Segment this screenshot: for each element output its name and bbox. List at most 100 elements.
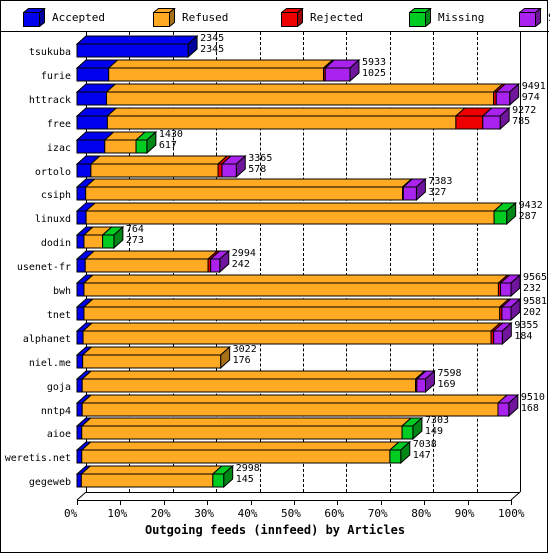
y-axis-label: bwh — [52, 286, 71, 297]
x-tick-label: 80% — [411, 507, 432, 521]
bar-row[interactable] — [76, 58, 362, 84]
y-axis-label: niel.me — [28, 357, 71, 369]
bar-row[interactable] — [76, 82, 522, 108]
legend-item-spooled[interactable]: Spooled — [519, 6, 550, 28]
y-axis-label: dodin — [40, 238, 71, 250]
x-tick-label: 90% — [454, 507, 475, 521]
x-tick-label: 0% — [64, 507, 78, 521]
x-tick — [294, 500, 295, 506]
bar-row[interactable] — [76, 321, 514, 347]
bar-row[interactable] — [76, 297, 523, 323]
bar-value-label-secondary: 327 — [428, 187, 447, 199]
bar-value-label-total: 9432 — [518, 200, 543, 212]
bar-value-label-secondary: 273 — [125, 235, 144, 247]
legend-item-rejected[interactable]: Rejected — [281, 6, 363, 28]
bar-value-label-total: 1430 — [158, 128, 183, 140]
bar-row[interactable] — [76, 106, 512, 132]
bar-value-label-total: 7038 — [412, 439, 437, 451]
bar-value-label-total: 9272 — [512, 104, 537, 116]
x-tick — [380, 500, 382, 506]
legend-item-accepted[interactable]: Accepted — [23, 6, 105, 28]
y-axis-label: ortolo — [34, 166, 71, 178]
cube-icon — [153, 8, 176, 27]
legend-item-missing[interactable]: Missing — [409, 6, 484, 28]
bar-value-label-total: 2345 — [200, 33, 225, 44]
bar-value-label-secondary: 147 — [412, 450, 431, 462]
y-axis-label: weretis.net — [4, 453, 71, 465]
bar-row[interactable] — [76, 345, 233, 371]
x-tick — [511, 500, 512, 506]
x-tick — [163, 500, 165, 506]
y-axis-label: furie — [40, 70, 71, 82]
bar-value-label-secondary: 785 — [512, 115, 531, 127]
bar-row[interactable] — [76, 130, 159, 156]
bar-row[interactable] — [76, 465, 236, 490]
cube-icon — [23, 8, 46, 27]
x-tick-label: 70% — [367, 507, 388, 521]
bar-value-label-total: 9581 — [523, 295, 548, 307]
bar-value-label-secondary: 578 — [248, 163, 267, 175]
bar-value-label-total: 9491 — [521, 80, 546, 92]
bar-value-label-secondary: 2345 — [200, 44, 225, 55]
legend-label: Rejected — [310, 10, 363, 24]
x-tick-label: 10% — [107, 507, 128, 521]
bar-row[interactable] — [76, 35, 200, 60]
x-tick — [120, 500, 122, 506]
bar-row[interactable] — [76, 369, 438, 395]
bar-value-label-total: 7303 — [424, 415, 449, 427]
bar-value-label-secondary: 169 — [437, 378, 456, 390]
bar-value-label-total: 5933 — [361, 56, 387, 68]
bar-value-label-secondary: 149 — [424, 426, 443, 438]
legend-label: Accepted — [52, 10, 105, 24]
x-tick-label: 20% — [150, 507, 171, 521]
bar-row[interactable] — [76, 274, 523, 299]
bar-value-label-total: 9355 — [514, 319, 539, 331]
y-axis-label: usenet-fr — [16, 262, 71, 274]
y-axis-label: gegeweb — [28, 477, 71, 489]
bar-value-label-secondary: 617 — [158, 139, 177, 151]
bar-row[interactable] — [76, 154, 248, 180]
bar-value-label-total: 2994 — [231, 248, 256, 260]
chart-legend: Accepted Refused Rejected Missing Spooled — [1, 1, 550, 32]
x-tick — [467, 500, 469, 506]
bar-row[interactable] — [76, 393, 521, 419]
y-axis-label: izac — [46, 142, 71, 154]
x-tick — [337, 500, 339, 506]
bar-value-label-secondary: 184 — [514, 330, 533, 342]
bar-value-label-total: 7383 — [428, 176, 453, 188]
bar-value-label-secondary: 232 — [523, 283, 542, 294]
bar-value-label-secondary: 1025 — [361, 67, 387, 79]
bar-value-label-total: 3022 — [232, 343, 257, 355]
bar-row[interactable] — [76, 417, 425, 442]
chart-frame: Accepted Refused Rejected Missing Spooled 0%… — [0, 0, 550, 553]
plot-area: 0% 10% 20% 30% 40% 50% 60% 70% 80% 90% 100% tsukuba… — [1, 32, 549, 553]
y-axis-label: aioe — [46, 429, 71, 441]
x-tick-label: 50% — [281, 507, 301, 521]
y-axis-label: linuxd — [34, 214, 71, 226]
bar-value-label-total: 7598 — [437, 367, 462, 379]
bar-value-label-secondary: 145 — [235, 474, 254, 486]
bar-value-label-secondary: 974 — [521, 91, 540, 103]
cube-icon — [409, 8, 432, 27]
y-axis-label: csiph — [40, 190, 71, 202]
x-tick-label: 30% — [194, 507, 215, 521]
bar-value-label-total: 9510 — [520, 391, 545, 403]
bar-row[interactable] — [76, 250, 232, 275]
x-tick-label: 100% — [498, 507, 525, 521]
bar-value-label-secondary: 176 — [232, 354, 251, 366]
x-tick — [424, 500, 426, 506]
cube-icon — [281, 8, 304, 27]
bar-row[interactable] — [76, 178, 428, 203]
back-baseline — [86, 492, 520, 494]
x-tick-label: 40% — [237, 507, 258, 521]
x-tick — [77, 500, 78, 506]
y-axis-label: tnet — [46, 309, 71, 321]
x-axis-title: Outgoing feeds (innfeed) by Articles — [144, 523, 406, 538]
x-tick — [207, 500, 209, 506]
bar-value-label-secondary: 168 — [520, 402, 539, 414]
legend-item-refused[interactable]: Refused — [153, 6, 228, 28]
y-axis-label: tsukuba — [28, 47, 71, 58]
bar-value-label-total: 2998 — [235, 463, 260, 475]
x-tick-label: 60% — [324, 507, 345, 521]
bar-row[interactable] — [76, 226, 126, 251]
